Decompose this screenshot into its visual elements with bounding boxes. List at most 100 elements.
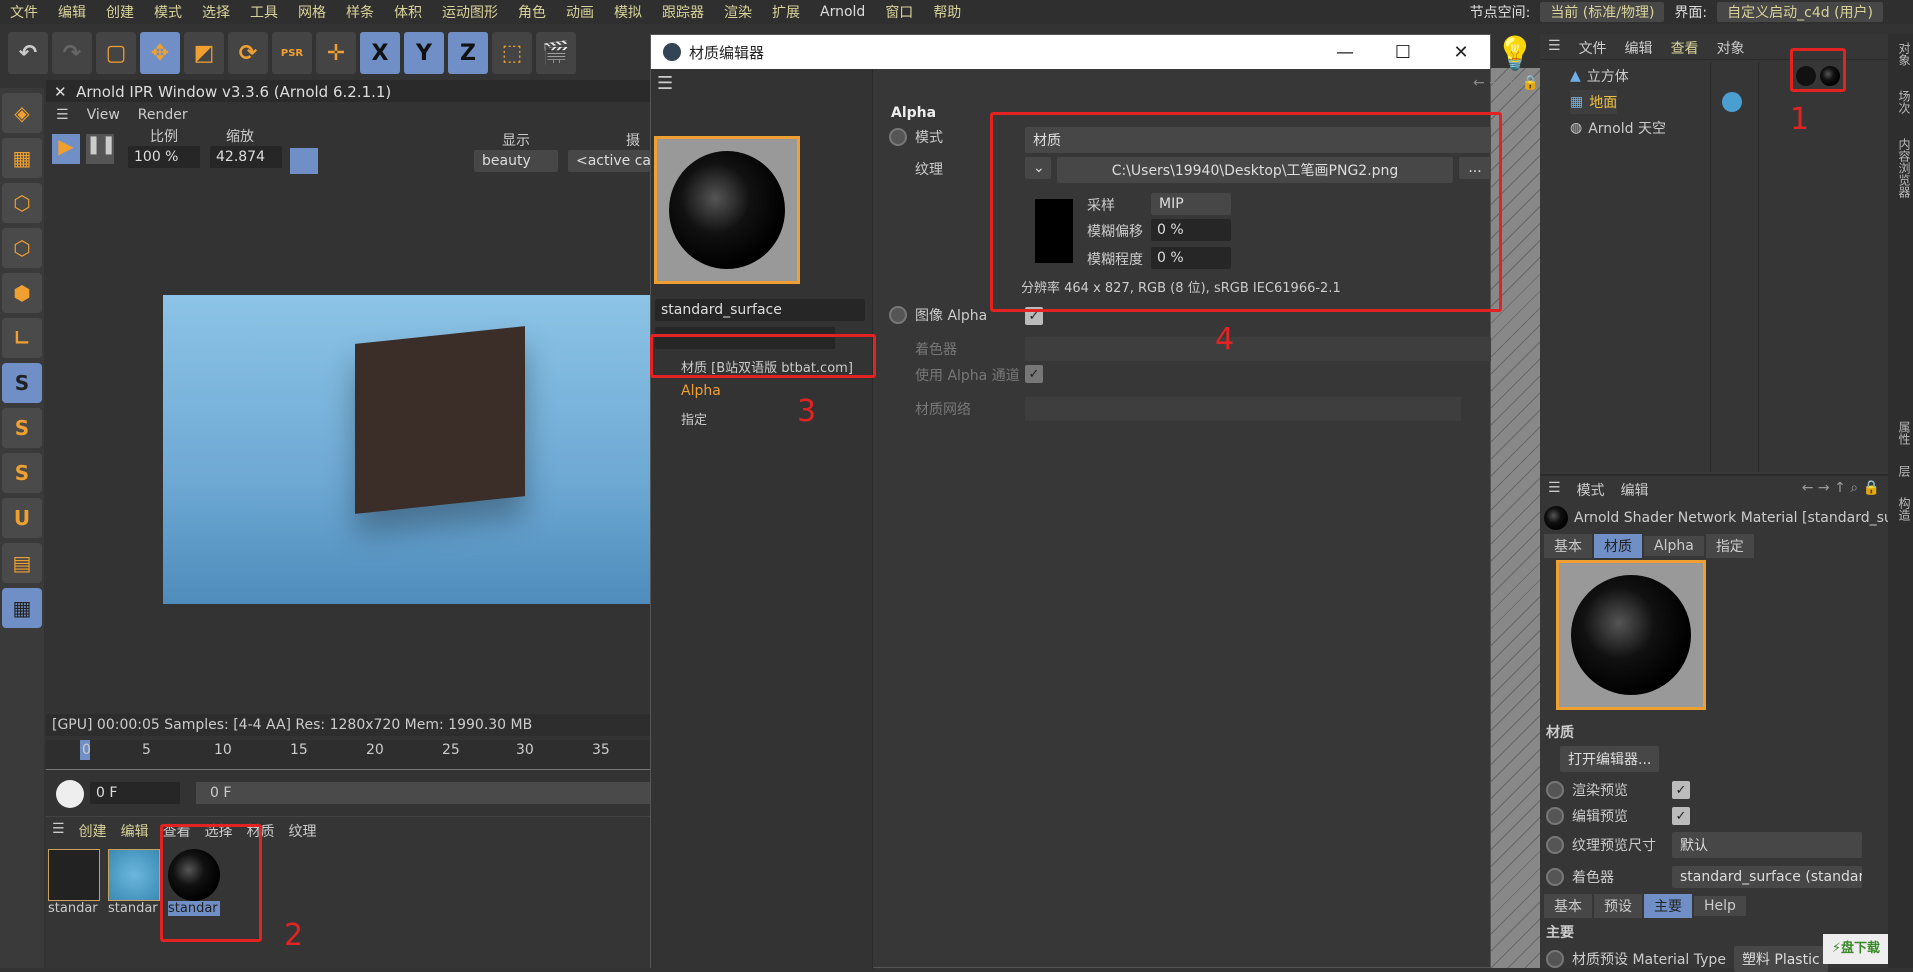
y-axis-button[interactable]: Y xyxy=(404,32,444,74)
tab-alpha[interactable]: Alpha xyxy=(1644,536,1704,556)
redo-button[interactable]: ↷ xyxy=(52,32,92,74)
psr-button[interactable]: PSR xyxy=(272,32,312,74)
material-thumb[interactable]: standar xyxy=(108,849,160,916)
menu-edit[interactable]: 编辑 xyxy=(48,2,96,22)
scale-tool-button[interactable]: ◩ xyxy=(184,32,224,74)
edges-icon[interactable]: ⬡ xyxy=(2,228,42,268)
side-tab-layers[interactable]: 层 xyxy=(1897,465,1911,477)
display-select[interactable]: beauty xyxy=(474,150,558,172)
am-menu-edit[interactable]: 编辑 xyxy=(1621,480,1649,500)
side-tab-objects[interactable]: 对象 xyxy=(1897,42,1911,66)
shader-slot[interactable] xyxy=(1025,337,1491,361)
lightbulb-icon[interactable]: 💡 xyxy=(1495,34,1535,74)
material-thumb[interactable]: standar xyxy=(48,849,100,916)
menu-volume[interactable]: 体积 xyxy=(384,2,432,22)
polygons-icon[interactable]: ⬢ xyxy=(2,273,42,313)
pause-button[interactable]: ❚❚ xyxy=(86,134,116,164)
snap-3-icon[interactable]: S xyxy=(2,453,42,493)
hamburger-icon[interactable]: ☰ xyxy=(52,821,65,841)
menu-mesh[interactable]: 网格 xyxy=(288,2,336,22)
ipr-menu-render[interactable]: Render xyxy=(138,107,188,123)
menu-extensions[interactable]: 扩展 xyxy=(762,2,810,22)
menu-render[interactable]: 渲染 xyxy=(714,2,762,22)
snap-2-icon[interactable]: S xyxy=(2,408,42,448)
channel-assign[interactable]: 指定 xyxy=(681,409,707,428)
lock-workplane-icon[interactable]: ▦ xyxy=(2,588,42,628)
hamburger-icon[interactable]: ☰ xyxy=(1548,38,1561,55)
render-preview-checkbox[interactable]: ✓ xyxy=(1672,781,1690,799)
maximize-button[interactable]: ☐ xyxy=(1374,35,1432,69)
tab-main[interactable]: 主要 xyxy=(1644,894,1692,918)
hamburger-icon[interactable]: ☰ xyxy=(56,107,69,123)
checker-icon[interactable]: ▦ xyxy=(2,138,42,178)
editor-preview-checkbox[interactable]: ✓ xyxy=(1672,807,1690,825)
cube-icon[interactable]: ◈ xyxy=(2,93,42,133)
shader-field[interactable]: standard_surface (standard_s xyxy=(1672,866,1862,888)
om-menu-edit[interactable]: 编辑 xyxy=(1625,38,1653,57)
layout-select[interactable]: 自定义启动_c4d (用户) xyxy=(1717,2,1883,22)
menu-simulate[interactable]: 模拟 xyxy=(604,2,652,22)
tex-size-select[interactable]: 默认 xyxy=(1672,832,1862,858)
menu-spline[interactable]: 样条 xyxy=(336,2,384,22)
close-button[interactable]: ✕ xyxy=(1432,35,1490,69)
menu-create[interactable]: 创建 xyxy=(96,2,144,22)
side-tab-takes[interactable]: 场次 xyxy=(1897,90,1911,114)
menu-character[interactable]: 角色 xyxy=(508,2,556,22)
open-editor-button[interactable]: 打开编辑器... xyxy=(1560,746,1660,772)
object-row[interactable]: ▲ 立方体 xyxy=(1570,64,1629,88)
menu-animate[interactable]: 动画 xyxy=(556,2,604,22)
axis-button[interactable]: ✛ xyxy=(316,32,356,74)
om-menu-view[interactable]: 查看 xyxy=(1671,38,1699,57)
move-tool-button[interactable]: ✥ xyxy=(140,32,180,74)
network-slot[interactable] xyxy=(1025,397,1461,421)
undo-button[interactable]: ↶ xyxy=(8,32,48,74)
ipr-menu-view[interactable]: View xyxy=(87,107,120,123)
channel-alpha[interactable]: Alpha xyxy=(681,383,721,399)
render-preview-radio[interactable] xyxy=(1546,781,1564,799)
frame-range-bar[interactable]: 0 F xyxy=(196,782,650,804)
editor-preview-radio[interactable] xyxy=(1546,807,1564,825)
object-row[interactable]: ▦ 地面 xyxy=(1570,90,1618,114)
material-name-field[interactable]: standard_surface xyxy=(655,299,865,321)
use-alpha-checkbox[interactable]: ✓ xyxy=(1025,365,1043,383)
menu-select[interactable]: 选择 xyxy=(192,2,240,22)
ratio-field[interactable]: 100 % xyxy=(128,146,200,168)
zoom-field[interactable]: 42.874 xyxy=(210,146,282,168)
am-menu-mode[interactable]: 模式 xyxy=(1577,480,1605,500)
shader-radio[interactable] xyxy=(1546,868,1564,886)
side-tab-attributes[interactable]: 属性 xyxy=(1897,421,1911,445)
render-view-button[interactable]: 🎬 xyxy=(536,32,576,74)
object-row[interactable]: ◍ Arnold 天空 xyxy=(1570,116,1666,140)
minimize-button[interactable]: — xyxy=(1316,35,1374,69)
mm-menu-create[interactable]: 创建 xyxy=(79,821,107,841)
tab-assign[interactable]: 指定 xyxy=(1705,534,1754,558)
select-tool-button[interactable]: ▢ xyxy=(96,32,136,74)
side-tab-structure[interactable]: 构造 xyxy=(1897,497,1911,521)
node-space-select[interactable]: 当前 (标准/物理) xyxy=(1540,2,1665,22)
image-alpha-radio[interactable] xyxy=(889,306,907,324)
side-tab-content-browser[interactable]: 内容浏览器 xyxy=(1897,138,1911,198)
menu-arnold[interactable]: Arnold xyxy=(810,4,875,20)
material-type-select[interactable]: 塑料 Plastic xyxy=(1733,946,1828,972)
tab-basic-2[interactable]: 基本 xyxy=(1544,894,1592,918)
snap-icon[interactable]: S xyxy=(2,363,42,403)
menu-mograph[interactable]: 运动图形 xyxy=(432,2,508,22)
hamburger-icon[interactable]: ☰ xyxy=(1548,480,1561,500)
points-icon[interactable]: ⬡ xyxy=(2,183,42,223)
om-menu-object[interactable]: 对象 xyxy=(1717,38,1745,57)
x-axis-button[interactable]: X xyxy=(360,32,400,74)
record-key-icon[interactable] xyxy=(56,780,84,808)
mm-menu-texture[interactable]: 纹理 xyxy=(289,821,317,841)
menu-help[interactable]: 帮助 xyxy=(923,2,971,22)
material-tag[interactable] xyxy=(1722,92,1742,112)
menu-tools[interactable]: 工具 xyxy=(240,2,288,22)
camera-select[interactable]: <active car xyxy=(568,150,650,172)
mode-animate-radio[interactable] xyxy=(889,128,907,146)
magnet-icon[interactable]: U xyxy=(2,498,42,538)
z-axis-button[interactable]: Z xyxy=(448,32,488,74)
menu-tracker[interactable]: 跟踪器 xyxy=(652,2,714,22)
tab-preset[interactable]: 预设 xyxy=(1594,894,1642,918)
workplane-icon[interactable]: ▤ xyxy=(2,543,42,583)
am-nav-icons[interactable]: ← → ↑ ⌕ 🔒 xyxy=(1802,480,1880,500)
display-mode-icon[interactable] xyxy=(290,148,318,174)
